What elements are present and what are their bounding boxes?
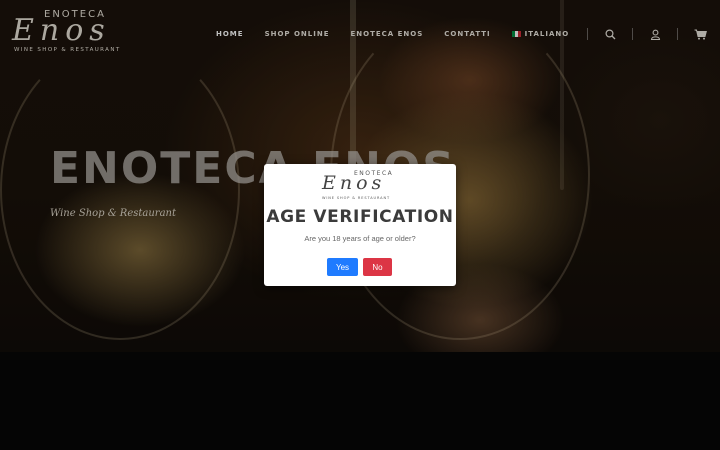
no-button[interactable]: No [363, 258, 392, 276]
modal-logo: ENOTECA Enos WINE SHOP & RESTAURANT [264, 170, 456, 202]
yes-button[interactable]: Yes [327, 258, 358, 276]
modal-logo-main-text: Enos [322, 172, 386, 194]
modal-title: AGE VERIFICATION [266, 207, 454, 227]
modal-question: Are you 18 years of age or older? [304, 234, 416, 243]
modal-logo-sub-text: WINE SHOP & RESTAURANT [322, 196, 391, 200]
age-verification-modal: ENOTECA Enos WINE SHOP & RESTAURANT AGE … [264, 164, 456, 286]
